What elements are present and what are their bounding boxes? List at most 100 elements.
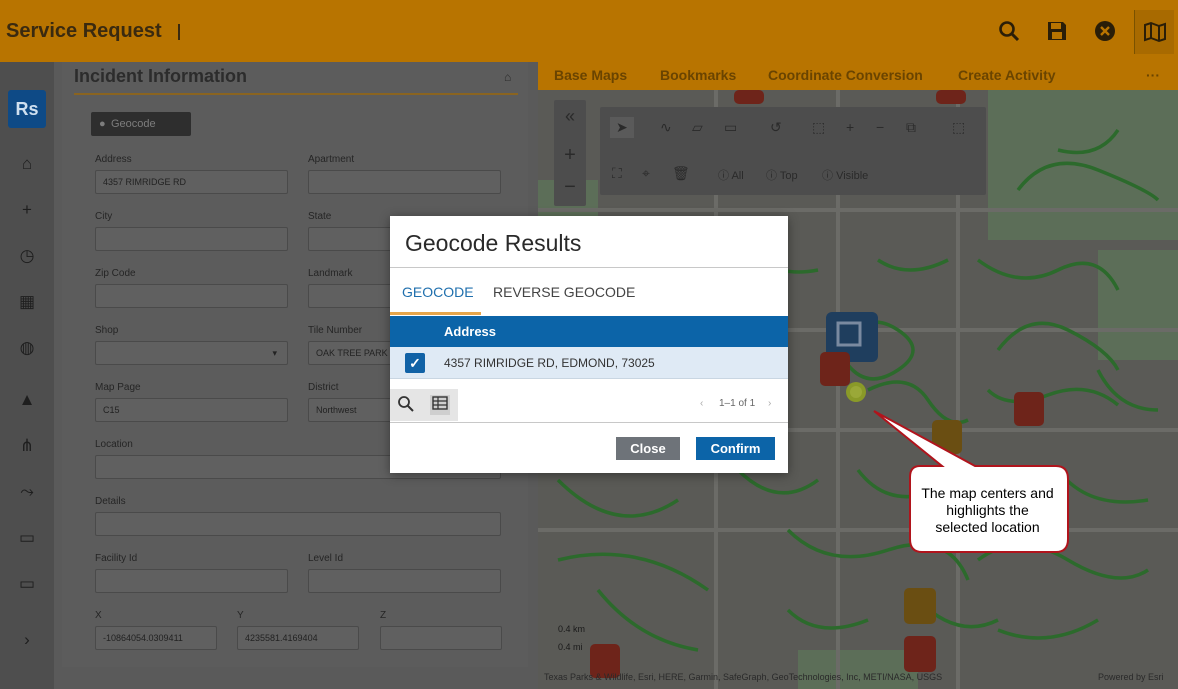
chevron-right-icon[interactable]: › [15,628,39,652]
x-field[interactable]: -10864054.0309411 [95,626,217,650]
tile-number-label: Tile Number [308,325,363,336]
x-label: X [95,610,102,621]
landmark-label: Landmark [308,268,353,279]
video-icon[interactable]: ▭ [15,526,39,550]
left-nav-rail: Rs ⌂ + ◷ ▦ ◍ ▲ ⋔ ⤳ ▭ ▭ › [0,62,54,689]
prev-page-icon[interactable]: ‹ [700,398,703,409]
identify-top-label: Top [779,170,798,182]
zoom-out-button[interactable]: − [554,176,586,199]
zoom-controls: « + − [554,100,586,206]
details-field[interactable] [95,512,501,536]
city-label: City [95,211,113,222]
geocode-button-label: Geocode [111,118,156,130]
apartment-label: Apartment [308,154,355,165]
video-icon-2[interactable]: ▭ [15,572,39,596]
location-pin-icon: ● [99,118,106,130]
history-icon[interactable]: ◷ [15,244,39,268]
details-label: Details [95,496,126,507]
geocode-button[interactable]: ● Geocode [91,112,191,136]
level-id-field[interactable] [308,569,501,593]
state-label: State [308,211,332,222]
map-tab-base-maps[interactable]: Base Maps [554,67,627,83]
location-label: Location [95,439,133,450]
z-label: Z [380,610,387,621]
network-icon[interactable]: ⋔ [15,434,39,458]
map-page-field[interactable]: C15 [95,398,288,422]
zoom-in-button[interactable]: + [554,144,586,167]
row-address: 4357 RIMRIDGE RD, EDMOND, 73025 [444,356,655,370]
map-toolbar: ➤ ∿ ▱ ▭ ↺ ⬚ + − ⧉ ⬚ ⛶ ⌖ 🗑 ⓘ All ⓘ Top ⓘ … [600,107,986,195]
rectangle-icon[interactable]: ▭ [724,119,737,136]
level-id-label: Level Id [308,553,344,564]
undo-icon[interactable]: ↺ [770,119,782,136]
grid-icon[interactable]: ▦ [15,290,39,314]
add-selection-icon[interactable]: + [846,119,854,135]
identify-visible[interactable]: ⓘ Visible [822,167,868,183]
geocode-results-dialog: Geocode Results GEOCODE REVERSE GEOCODE … [390,216,788,473]
polyline-icon[interactable]: ∿ [660,119,672,136]
zip-label: Zip Code [95,268,136,279]
facility-id-field[interactable] [95,569,288,593]
remove-selection-icon[interactable]: − [876,119,884,135]
title-underline [74,93,518,95]
y-label: Y [237,610,244,621]
map-icon [1143,21,1167,48]
column-header-address[interactable]: Address [444,324,496,339]
select-area-icon[interactable]: ⬚ [812,119,825,136]
zip-field[interactable] [95,284,288,308]
y-field[interactable]: 4235581.4169404 [237,626,359,650]
dialog-title: Geocode Results [405,230,582,256]
pager-range: 1–1 of 1 [719,398,756,409]
fullscreen-icon[interactable]: ⛶ [612,165,622,182]
confirm-button[interactable]: Confirm [696,437,775,460]
identify-all-label: All [731,170,744,182]
map-toggle-button[interactable] [1134,10,1174,54]
callout-line-1: The map centers and [921,485,1054,501]
city-field[interactable] [95,227,288,251]
bell-icon[interactable]: ▲ [15,388,39,412]
address-label: Address [95,154,132,165]
identify-visible-label: Visible [836,170,869,182]
home-icon[interactable]: ⌂ [15,152,39,176]
identify-all[interactable]: ⓘ All [718,167,744,183]
tab-reverse-geocode[interactable]: REVERSE GEOCODE [493,284,635,300]
z-field[interactable] [380,626,502,650]
locate-icon[interactable]: ⌖ [642,165,650,182]
identify-top[interactable]: ⓘ Top [766,167,798,183]
search-icon[interactable] [996,19,1022,45]
address-field[interactable]: 4357 RIMRIDGE RD [95,170,288,194]
active-tab-indicator [390,312,481,315]
clear-selection-icon[interactable]: ⬚ [952,119,965,136]
collapse-icon[interactable]: « [554,106,586,127]
pin-icon[interactable]: ⌂ [504,70,511,84]
search-icon[interactable] [396,395,416,415]
tab-geocode[interactable]: GEOCODE [402,284,474,300]
scale-km: 0.4 km [558,624,586,634]
district-label: District [308,382,339,393]
map-tab-create-activity[interactable]: Create Activity [958,67,1056,83]
close-button[interactable]: Close [616,437,680,460]
map-tab-bookmarks[interactable]: Bookmarks [660,67,736,83]
row-checkbox[interactable]: ✓ [405,353,425,373]
select-pointer-icon[interactable]: ➤ [610,117,634,138]
close-circle-icon[interactable] [1092,19,1118,45]
add-icon[interactable]: + [15,198,39,222]
polygon-icon[interactable]: ▱ [692,119,703,136]
shop-select[interactable]: ▾ [95,341,288,365]
apartment-field[interactable] [308,170,501,194]
powered-by: Powered by Esri [1098,672,1164,682]
save-icon[interactable] [1044,19,1070,45]
map-tab-bar: Base Maps Bookmarks Coordinate Conversio… [538,62,1178,90]
next-page-icon[interactable]: › [768,398,771,409]
globe-icon[interactable]: ◍ [15,336,39,360]
column-chooser-icon[interactable] [430,395,450,415]
callout-line-3: selected location [935,519,1040,535]
trash-icon[interactable]: 🗑 [672,165,690,182]
map-tab-coordinate-conversion[interactable]: Coordinate Conversion [768,67,923,83]
route-icon[interactable]: ⤳ [15,480,39,504]
table-row[interactable]: ✓ 4357 RIMRIDGE RD, EDMOND, 73025 [390,347,788,379]
copy-icon[interactable]: ⧉ [906,119,916,136]
more-icon[interactable]: ··· [1146,67,1160,83]
table-header: Address [390,316,788,347]
app-logo: Rs [8,90,46,128]
